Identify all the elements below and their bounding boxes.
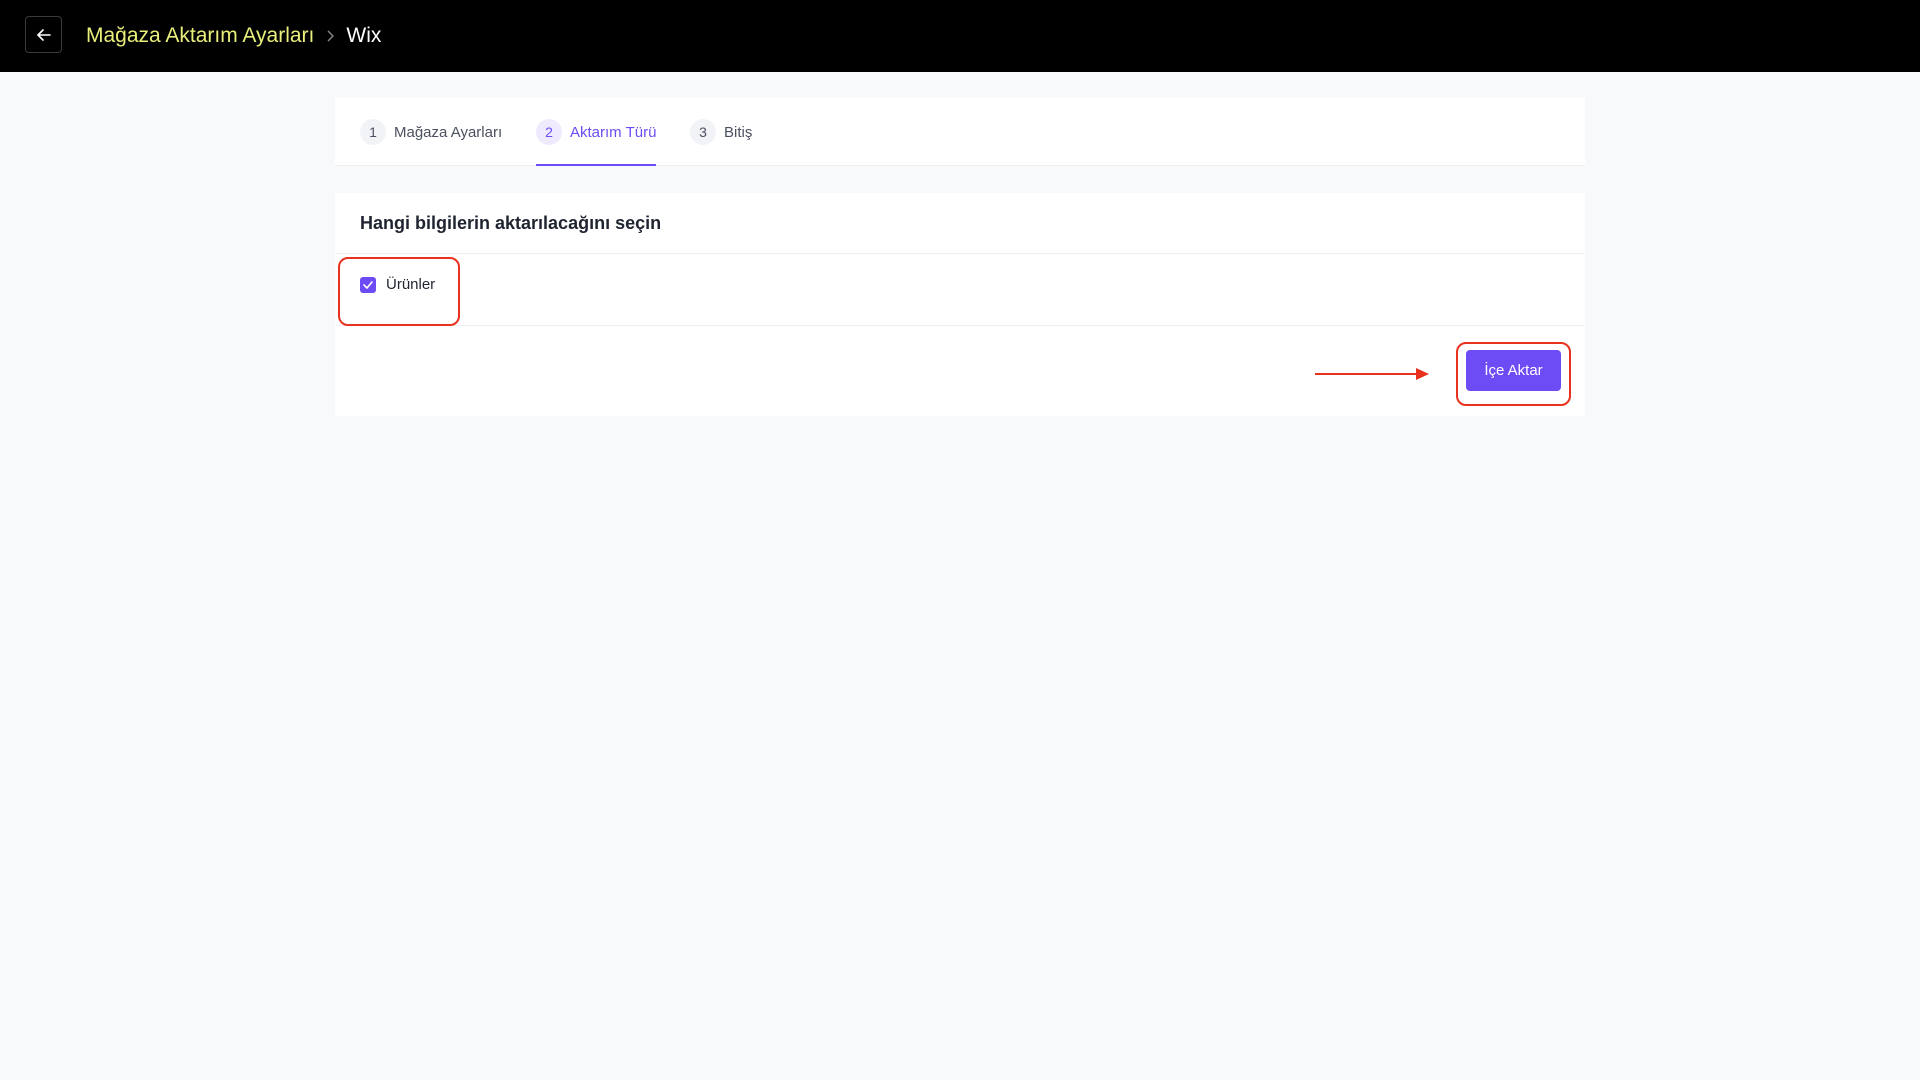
chevron-right-icon — [326, 30, 335, 42]
card-footer: İçe Aktar — [335, 326, 1585, 416]
option-urunler[interactable]: Ürünler — [360, 276, 435, 293]
breadcrumb-current: Wix — [346, 24, 382, 47]
back-button[interactable] — [25, 16, 62, 53]
breadcrumb-parent-link[interactable]: Mağaza Aktarım Ayarları — [86, 24, 314, 48]
check-icon — [363, 280, 373, 289]
arrow-left-icon — [36, 28, 51, 41]
card-header: Hangi bilgilerin aktarılacağını seçin — [335, 193, 1585, 254]
urunler-label: Ürünler — [386, 276, 436, 293]
breadcrumb: Mağaza Aktarım Ayarları Wix — [86, 0, 381, 72]
step-bitis[interactable]: 3 Bitiş — [690, 98, 752, 166]
step-number: 3 — [690, 119, 716, 145]
step-magaza-ayarlari[interactable]: 1 Mağaza Ayarları — [360, 98, 502, 166]
urunler-checkbox[interactable] — [360, 276, 376, 293]
card-body: Ürünler — [335, 254, 1585, 326]
step-label: Bitiş — [724, 123, 753, 141]
step-number: 2 — [536, 119, 562, 145]
import-options-card: Hangi bilgilerin aktarılacağını seçin Ür… — [335, 193, 1585, 416]
card-title: Hangi bilgilerin aktarılacağını seçin — [360, 212, 662, 233]
step-label: Mağaza Ayarları — [394, 123, 503, 141]
step-number: 1 — [360, 119, 386, 145]
step-label: Aktarım Türü — [570, 123, 657, 141]
import-button[interactable]: İçe Aktar — [1466, 350, 1561, 391]
stepper: 1 Mağaza Ayarları 2 Aktarım Türü 3 Bitiş — [335, 98, 1585, 166]
step-aktarim-turu[interactable]: 2 Aktarım Türü — [536, 98, 657, 166]
top-bar: Mağaza Aktarım Ayarları Wix — [0, 0, 1920, 72]
